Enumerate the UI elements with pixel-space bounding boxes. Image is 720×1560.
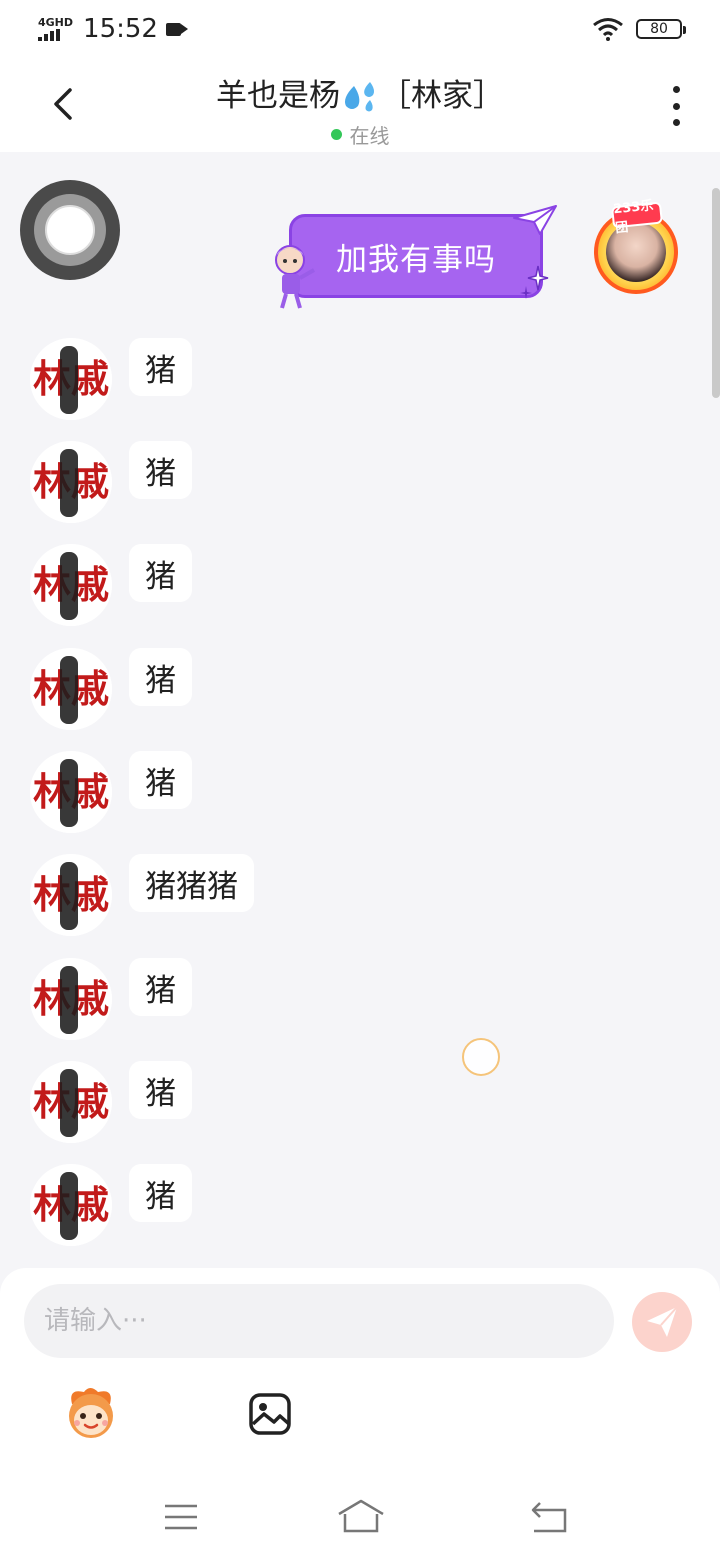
message-bubble[interactable]: 猪 [129,544,192,602]
message-list[interactable]: 加我有事吗 233乐团 林戚 猪 林戚 [0,152,720,1268]
bubble-character-decoration [275,245,315,309]
message-bubble[interactable]: 猪 [129,751,192,809]
scrollbar[interactable] [712,188,720,398]
received-message: 林戚 猪 [30,1164,630,1248]
received-message: 林戚 猪 [30,441,630,525]
contact-avatar[interactable]: 林戚 [30,338,112,420]
avatar-badge: 233乐团 [610,198,664,236]
status-bar: 4GHD 15:52 80 [0,0,720,58]
network-type: 4GHD [38,16,74,29]
paper-plane-icon [513,205,557,235]
more-icon [672,86,680,93]
received-message: 林戚 猪猪猪 [30,854,630,938]
float-ball-icon[interactable] [20,180,120,280]
system-navigation-bar [0,1478,720,1560]
online-status-text: 在线 [349,123,390,148]
sent-message-bubble[interactable]: 加我有事吗 [289,214,543,298]
message-bubble[interactable]: 猪 [129,1164,192,1222]
online-dot [330,128,342,140]
received-message: 林戚 猪 [30,751,630,835]
received-message: 林戚 猪 [30,338,630,422]
back-icon[interactable] [44,84,84,124]
contact-avatar[interactable]: 林戚 [30,751,112,833]
contact-avatar[interactable]: 林戚 [30,958,112,1040]
send-icon [647,1306,678,1337]
received-message: 林戚 猪 [30,958,630,1042]
message-bubble[interactable]: 猪 [129,958,192,1016]
contact-avatar[interactable]: 林戚 [30,648,112,730]
return-icon[interactable] [530,1500,568,1534]
menu-icon[interactable] [163,1502,199,1532]
image-icon[interactable] [248,1392,292,1436]
my-avatar[interactable]: 233乐团 [588,198,684,300]
sent-message: 加我有事吗 [272,204,562,314]
status-time: 15:52 [83,14,158,44]
message-bubble[interactable]: 猪 [129,338,192,396]
emoji-icon[interactable] [62,1384,120,1440]
battery-level: 80 [650,21,668,37]
chat-header: 羊也是杨 ［林家］ 在线 [0,58,720,152]
sparkle-icon [520,265,549,299]
received-message: 林戚 猪 [30,544,630,628]
home-icon[interactable] [336,1498,386,1534]
signal-icon: 4GHD [38,17,73,41]
message-input-container[interactable] [24,1284,614,1358]
touch-indicator [462,1038,500,1076]
sweat-drops-icon [345,81,374,111]
online-status: 在线 [110,120,610,149]
wifi-icon [593,18,623,41]
contact-avatar[interactable]: 林戚 [30,1164,112,1246]
chat-title: 羊也是杨 ［林家］ [110,70,610,116]
message-bubble[interactable]: 猪 [129,648,192,706]
message-bubble[interactable]: 猪 [129,1061,192,1119]
message-input[interactable] [44,1306,614,1336]
contact-avatar[interactable]: 林戚 [30,854,112,936]
received-message: 林戚 猪 [30,648,630,732]
contact-avatar[interactable]: 林戚 [30,1061,112,1143]
message-bubble[interactable]: 猪猪猪 [129,854,254,912]
chat-title-area: 羊也是杨 ［林家］ 在线 [110,70,610,149]
send-button[interactable] [632,1292,692,1352]
contact-group-tag: ［林家］ [380,78,504,114]
contact-avatar[interactable]: 林戚 [30,544,112,626]
received-message: 林戚 猪 [30,1061,630,1145]
more-options-button[interactable] [664,86,688,126]
camera-recording-icon [165,21,188,37]
message-bubble[interactable]: 猪 [129,441,192,499]
contact-avatar[interactable]: 林戚 [30,441,112,523]
contact-name: 羊也是杨 [216,78,340,114]
battery-icon: 80 [636,19,686,39]
